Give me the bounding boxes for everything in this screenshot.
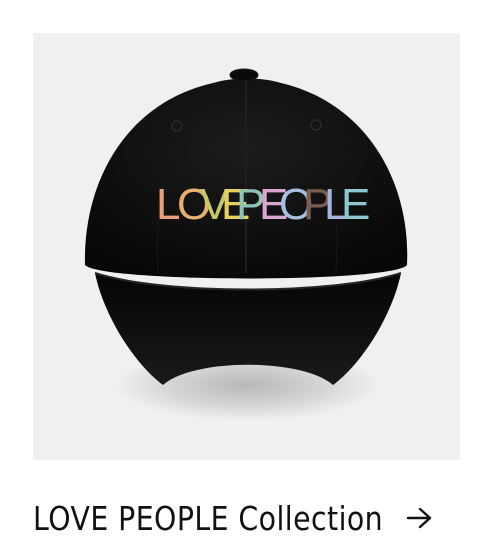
svg-text:E: E <box>341 180 370 229</box>
product-image-link[interactable]: L O V E P E O P L E <box>33 33 460 460</box>
collection-title: LOVE PEOPLE Collection <box>33 498 384 538</box>
product-card: L O V E P E O P L E LOVE PEOPLE Collecti… <box>0 0 490 558</box>
arrow-right-icon <box>406 507 432 529</box>
cap-image: L O V E P E O P L E <box>84 68 408 421</box>
collection-link[interactable]: LOVE PEOPLE Collection <box>33 493 432 543</box>
